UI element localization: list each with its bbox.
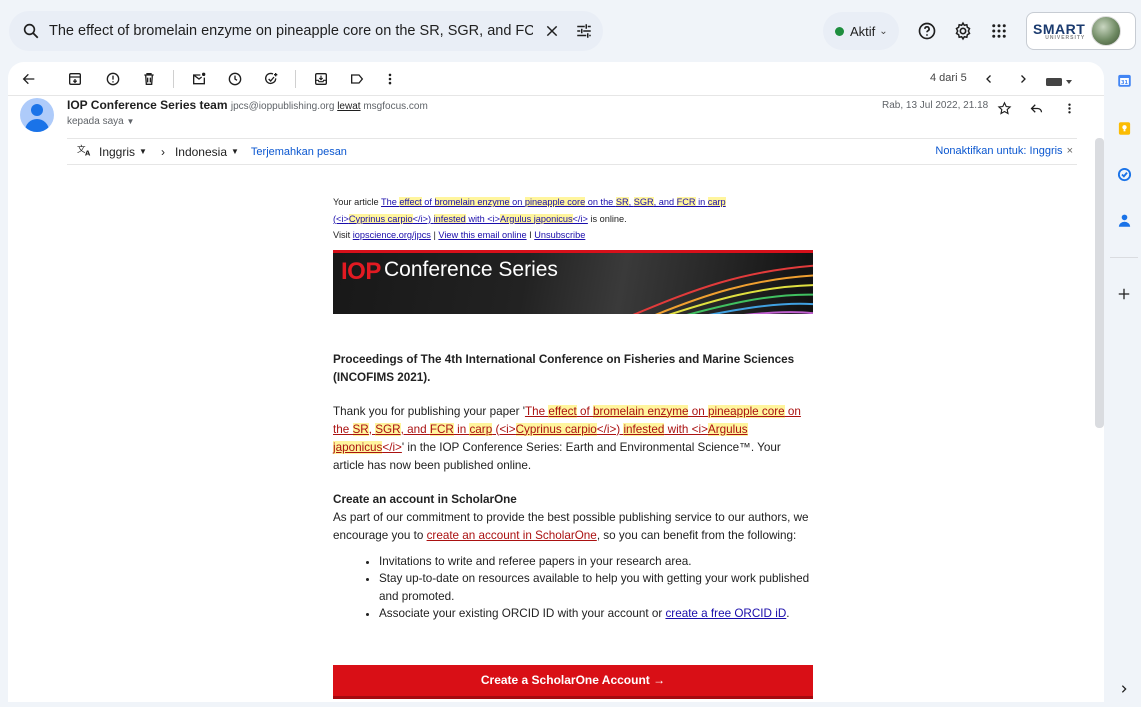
banner-title: Conference Series [384,257,558,281]
list-item: Stay up-to-date on resources available t… [379,570,813,605]
view-online-link[interactable]: View this email online [438,230,526,240]
delete-trash-icon[interactable] [138,68,160,90]
chevron-down-icon: ⌄ [879,25,888,37]
calendar-icon[interactable]: 31 [1116,72,1132,88]
translate-icon: 文A [77,143,93,160]
org-logo: SMART UNIVERSITY [1033,21,1086,41]
label-tag-icon[interactable] [346,68,368,90]
svg-text:A: A [85,150,91,157]
iop-banner-image: IOP Conference Series [333,249,813,314]
translate-bar: 文A Inggris ▼ › Indonesia ▼ Terjemahkan pes… [67,138,1077,165]
sender-name[interactable]: IOP Conference Series team jpcs@ioppubli… [67,98,428,112]
report-spam-icon[interactable] [102,68,124,90]
via-label[interactable]: lewat [337,101,360,112]
apps-grid-icon[interactable] [986,18,1012,44]
account-switcher[interactable]: SMART UNIVERSITY [1026,12,1136,50]
contacts-icon[interactable] [1116,212,1132,228]
sender-email: jpcs@ioppublishing.org [230,101,335,112]
archive-icon[interactable] [64,68,86,90]
list-item: Invitations to write and referee papers … [379,553,813,571]
keep-notes-icon[interactable] [1116,120,1132,136]
top-bar: The effect of bromelain enzyme on pineap… [0,0,1141,62]
help-icon[interactable] [914,18,940,44]
expand-panel-chevron-icon[interactable] [1116,681,1132,697]
create-account-link[interactable]: create an account in ScholarOne [427,529,597,542]
disable-translate-link[interactable]: Nonaktifkan untuk: Inggris × [935,145,1073,157]
create-account-heading: Create an account in ScholarOne [333,492,517,506]
search-icon[interactable] [13,22,49,40]
svg-text:31: 31 [1121,79,1128,85]
email-body: Your article The effect of bromelain enz… [333,194,813,699]
status-selector[interactable]: Aktif ⌄ [823,12,899,50]
search-input[interactable]: The effect of bromelain enzyme on pineap… [49,23,533,39]
toolbar-divider [173,70,174,88]
input-tools-icon[interactable] [1046,74,1074,92]
caret-down-icon[interactable]: ▼ [139,147,147,156]
create-account-paragraph: As part of our commitment to provide the… [333,510,809,542]
banner-iop-logo: IOP [341,257,381,285]
close-icon: × [1066,145,1073,157]
unsubscribe-link[interactable]: Unsubscribe [534,230,585,240]
search-bar[interactable]: The effect of bromelain enzyme on pineap… [9,11,603,51]
list-item: Associate your existing ORCID ID with yo… [379,605,813,623]
iopscience-link[interactable]: iopscience.org/jpcs [353,230,431,240]
search-options-icon[interactable] [569,22,599,40]
arrow-right-icon: › [160,144,165,159]
source-language-select[interactable]: Inggris [99,145,135,159]
recipients-dropdown[interactable]: kepada saya ▼ [67,116,134,127]
status-dot [835,26,844,36]
tasks-icon[interactable] [1116,166,1132,182]
article-title-link[interactable]: The effect of bromelain enzyme on pineap… [333,197,726,224]
chevron-right-icon[interactable] [1012,68,1034,90]
toolbar-divider [295,70,296,88]
translate-message-link[interactable]: Terjemahkan pesan [251,146,347,158]
back-arrow-icon[interactable] [18,68,40,90]
thanks-paragraph: Thank you for publishing your paper 'The… [333,404,801,472]
pager-label: 4 dari 5 [930,72,967,84]
status-label: Aktif [850,23,876,39]
snooze-clock-icon[interactable] [224,68,246,90]
chevron-left-icon[interactable] [978,68,1000,90]
mark-unread-icon[interactable] [188,68,210,90]
side-panel-divider [1110,257,1138,258]
sender-avatar[interactable] [20,98,54,132]
move-to-icon[interactable] [310,68,332,90]
message-toolbar: 4 dari 5 [8,62,1104,96]
add-to-tasks-icon[interactable] [260,68,282,90]
add-addon-icon[interactable] [1116,286,1132,302]
caret-down-icon[interactable]: ▼ [231,147,239,156]
message-more-icon[interactable] [1059,98,1079,118]
star-icon[interactable] [994,98,1014,118]
benefits-list: Invitations to write and referee papers … [379,553,813,623]
scrollbar[interactable] [1095,138,1104,428]
clear-search-icon[interactable] [537,23,567,39]
target-language-select[interactable]: Indonesia [175,145,227,159]
settings-gear-icon[interactable] [950,18,976,44]
side-panel: 31 [1106,62,1141,707]
message-date: Rab, 13 Jul 2022, 21.18 [882,100,989,111]
proceedings-heading: Proceedings of The 4th International Con… [333,352,795,384]
sender-header: IOP Conference Series team jpcs@ioppubli… [8,96,1104,138]
avatar[interactable] [1091,16,1122,46]
via-domain: msgfocus.com [363,101,428,112]
message-card: 4 dari 5 IOP Conference Series team jpcs… [8,62,1104,702]
orcid-link[interactable]: create a free ORCID iD [665,607,786,620]
banner-swoosh [633,264,813,314]
reply-icon[interactable] [1026,98,1046,118]
email-preheader: Your article The effect of bromelain enz… [333,197,726,240]
create-scholarone-account-button[interactable]: Create a ScholarOne Account → [333,664,813,699]
more-vert-icon[interactable] [379,68,401,90]
